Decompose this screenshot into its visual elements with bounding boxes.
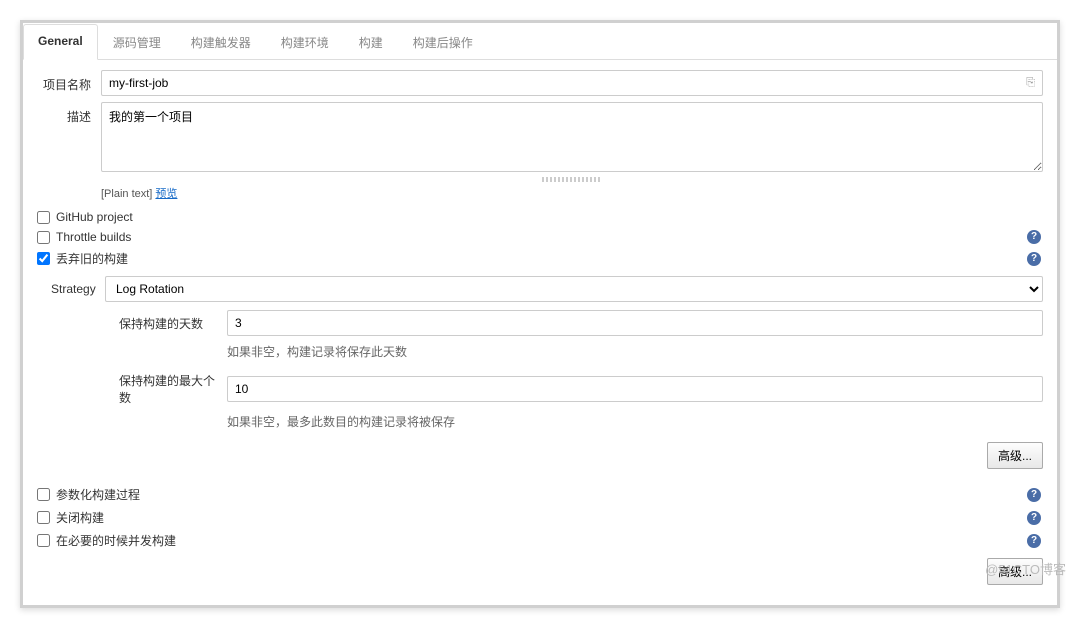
help-icon[interactable]: ?	[1027, 488, 1041, 502]
description-format-row: [Plain text] 预览	[101, 185, 1043, 201]
tab-env[interactable]: 构建环境	[266, 24, 344, 60]
tab-build[interactable]: 构建	[344, 24, 398, 60]
param-build-checkbox[interactable]	[37, 488, 50, 501]
form-content: 项目名称 ⎘ 描述 我的第一个项目 [Plain text] 预览 GitHub…	[23, 60, 1057, 605]
plain-text-label: [Plain text]	[101, 188, 155, 200]
tab-general[interactable]: General	[23, 24, 98, 60]
strategy-select[interactable]: Log Rotation	[105, 276, 1043, 302]
help-icon[interactable]: ?	[1027, 534, 1041, 548]
preview-link[interactable]: 预览	[155, 188, 177, 200]
concurrent-build-checkbox[interactable]	[37, 534, 50, 547]
param-build-row: 参数化构建过程 ?	[37, 483, 1043, 506]
discard-old-row: 丢弃旧的构建 ?	[37, 247, 1043, 270]
discard-old-label: 丢弃旧的构建	[56, 250, 128, 267]
github-project-checkbox[interactable]	[37, 211, 50, 224]
drag-handle-icon[interactable]	[542, 177, 602, 182]
tab-scm[interactable]: 源码管理	[98, 24, 176, 60]
description-label: 描述	[37, 102, 101, 125]
param-build-label: 参数化构建过程	[56, 486, 140, 503]
watermark: @51CTO博客	[985, 559, 1066, 578]
concurrent-build-label: 在必要的时候并发构建	[56, 532, 176, 549]
disable-build-row: 关闭构建 ?	[37, 506, 1043, 529]
throttle-builds-row: Throttle builds ?	[37, 227, 1043, 247]
tab-triggers[interactable]: 构建触发器	[176, 24, 266, 60]
project-name-label: 项目名称	[37, 70, 101, 93]
disable-build-checkbox[interactable]	[37, 511, 50, 524]
days-keep-input[interactable]	[227, 310, 1043, 336]
project-name-input[interactable]	[101, 70, 1043, 96]
discard-old-checkbox[interactable]	[37, 252, 50, 265]
config-panel: General 源码管理 构建触发器 构建环境 构建 构建后操作 项目名称 ⎘ …	[20, 20, 1060, 608]
max-keep-input[interactable]	[227, 376, 1043, 402]
help-icon[interactable]: ?	[1027, 252, 1041, 266]
discard-old-block: Strategy Log Rotation 保持构建的天数 如果非空，构建记录将…	[37, 276, 1043, 469]
input-hint-icon: ⎘	[1026, 77, 1035, 90]
github-project-label: GitHub project	[56, 210, 133, 224]
days-keep-label: 保持构建的天数	[119, 315, 227, 332]
days-keep-desc: 如果非空，构建记录将保存此天数	[227, 340, 1043, 360]
concurrent-build-row: 在必要的时候并发构建 ?	[37, 529, 1043, 552]
github-project-row: GitHub project	[37, 207, 1043, 227]
tab-post[interactable]: 构建后操作	[398, 24, 488, 60]
help-icon[interactable]: ?	[1027, 511, 1041, 525]
max-keep-desc: 如果非空，最多此数目的构建记录将被保存	[227, 410, 1043, 430]
help-icon[interactable]: ?	[1027, 230, 1041, 244]
rotation-settings: 保持构建的天数 如果非空，构建记录将保存此天数 保持构建的最大个数 如果非空，最…	[51, 310, 1043, 430]
max-keep-label: 保持构建的最大个数	[119, 372, 227, 406]
strategy-label: Strategy	[51, 282, 105, 296]
throttle-builds-checkbox[interactable]	[37, 231, 50, 244]
advanced-button[interactable]: 高级...	[987, 442, 1043, 469]
tab-bar: General 源码管理 构建触发器 构建环境 构建 构建后操作	[23, 23, 1057, 60]
description-input[interactable]: 我的第一个项目	[101, 102, 1043, 172]
disable-build-label: 关闭构建	[56, 509, 104, 526]
throttle-builds-label: Throttle builds	[56, 230, 131, 244]
